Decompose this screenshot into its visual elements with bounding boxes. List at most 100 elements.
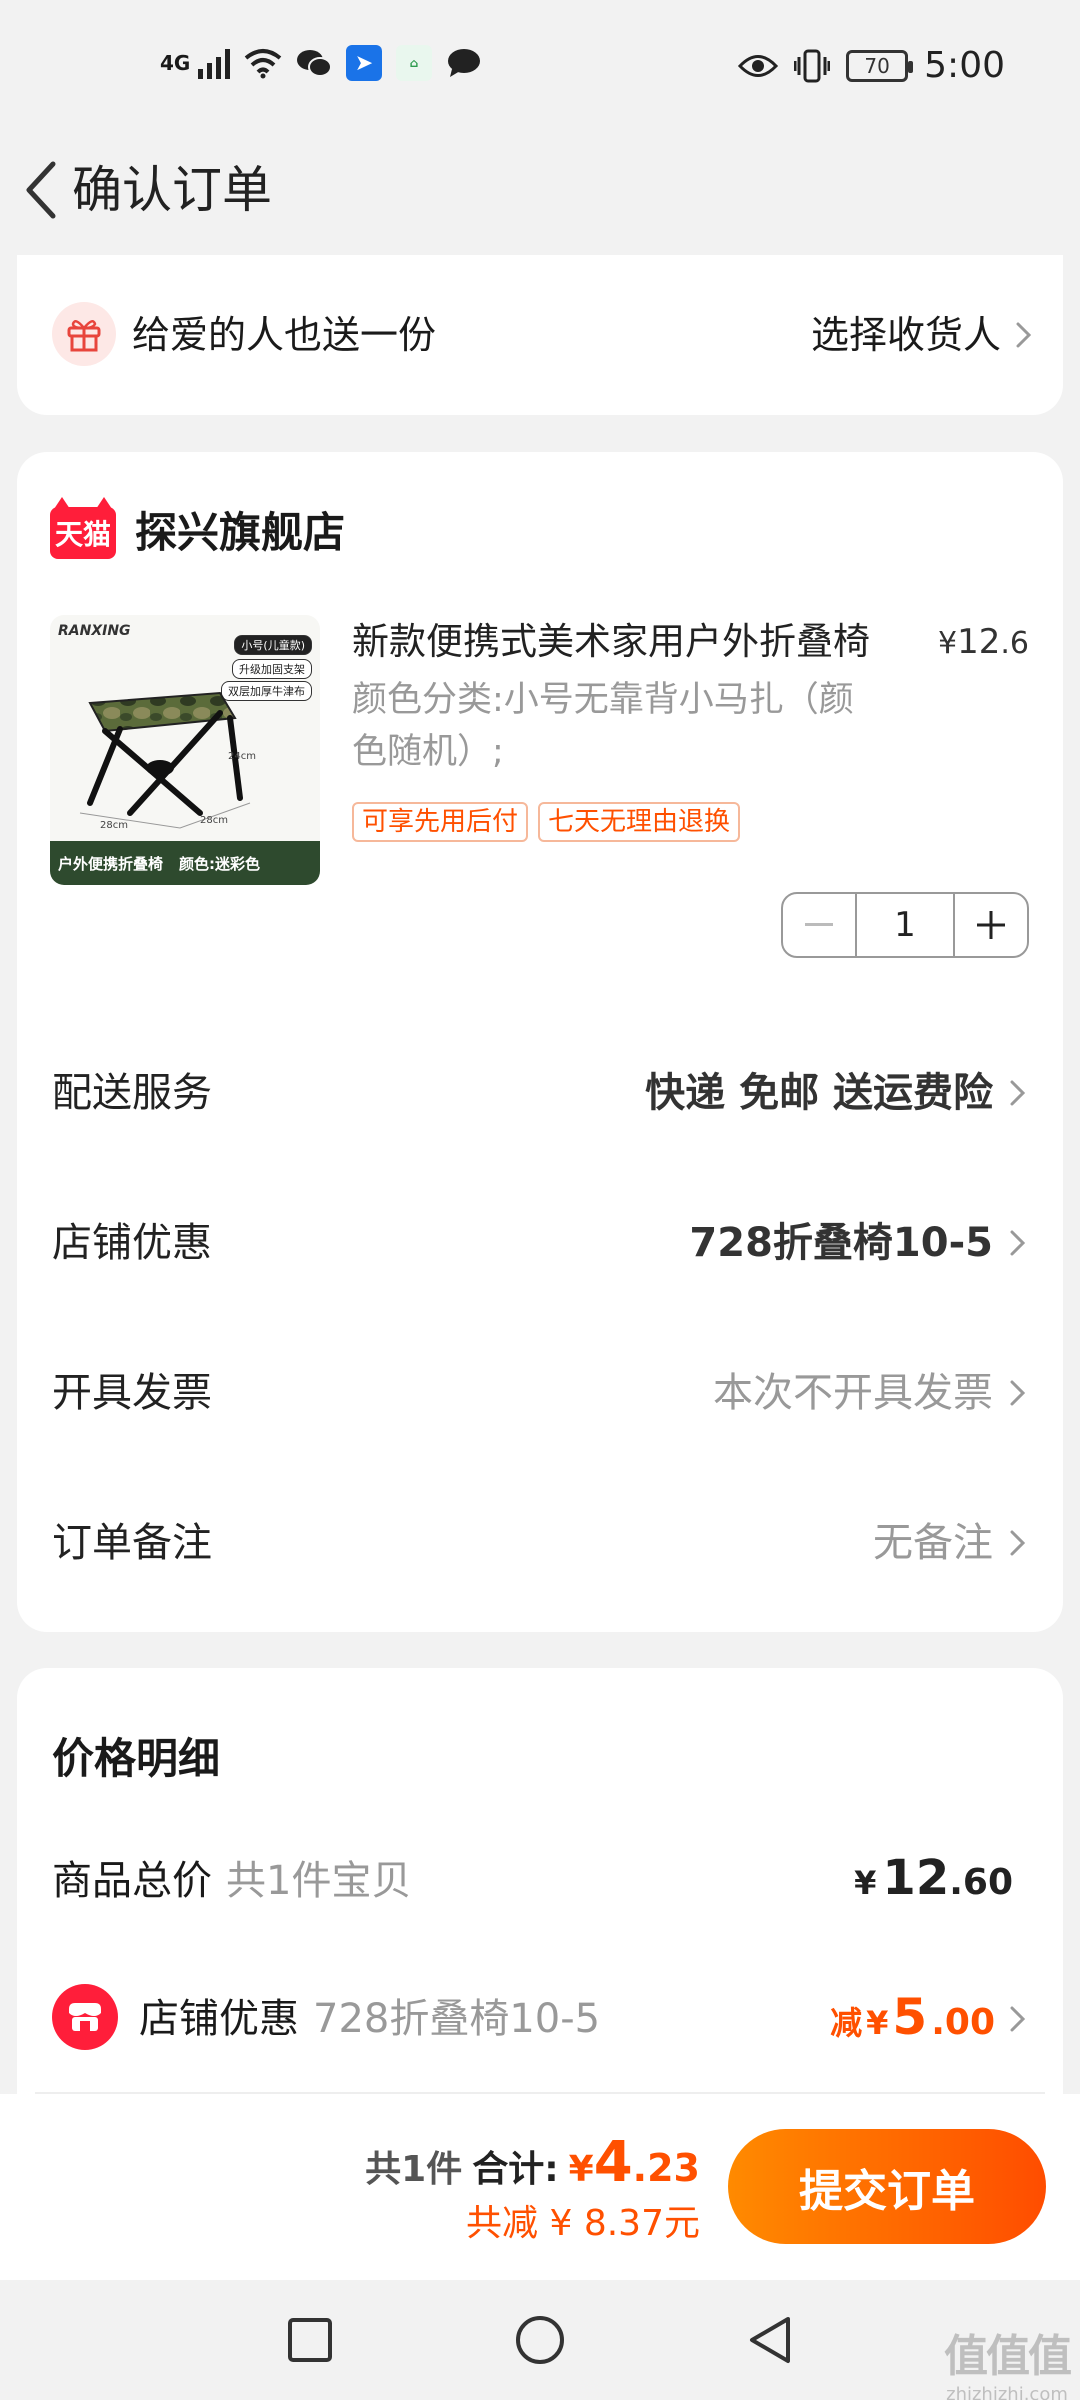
dimension-label: 28cm bbox=[100, 820, 128, 831]
row-value: 快递 免邮 送运费险 bbox=[645, 1068, 1029, 1118]
currency: ¥ bbox=[866, 2004, 889, 2042]
watermark: 值值值 zhizhizhi.com bbox=[944, 2320, 1072, 2400]
amount-integer: 12 bbox=[882, 1850, 950, 1906]
amount-decimal: .00 bbox=[931, 2002, 995, 2043]
goods-total-row: 商品总价 共1件宝贝 ¥12.60 bbox=[17, 1846, 1063, 1916]
row-label: 开具发票 bbox=[52, 1370, 212, 1416]
row-value: 无备注 bbox=[873, 1518, 1029, 1568]
home-app-icon: ⌂ bbox=[396, 45, 432, 81]
status-bar: 4G ➤ ⌂ 70 5:00 bbox=[0, 0, 1080, 135]
goods-total-amount: ¥12.60 bbox=[854, 1850, 1013, 1906]
shop-card: 天猫 探兴旗舰店 RANXING 小号(儿童款) 升级加固支架 双层加厚牛津布 … bbox=[17, 452, 1063, 1632]
home-button[interactable] bbox=[510, 2310, 570, 2370]
header: 确认订单 bbox=[0, 135, 1080, 255]
row-order-note[interactable]: 订单备注 无备注 bbox=[17, 1508, 1063, 1578]
goods-total-text: 商品总价 bbox=[52, 1858, 212, 1904]
quantity-value[interactable]: 1 bbox=[855, 894, 955, 956]
product-image-brand: RANXING bbox=[58, 623, 131, 639]
price-decimal: .6 bbox=[1000, 626, 1029, 661]
row-invoice[interactable]: 开具发票 本次不开具发票 bbox=[17, 1358, 1063, 1428]
status-right: 70 5:00 bbox=[738, 45, 1005, 86]
wifi-icon bbox=[244, 49, 282, 79]
select-recipient-link[interactable]: 选择收货人 bbox=[811, 311, 1035, 359]
gift-text: 给爱的人也送一份 bbox=[132, 313, 437, 357]
system-nav-bar: 值值值 zhizhizhi.com bbox=[0, 2280, 1080, 2400]
circle-icon bbox=[516, 2316, 564, 2364]
app-icon: ➤ bbox=[346, 45, 382, 81]
currency: ¥ bbox=[568, 2149, 594, 2190]
shop-discount-label: 店铺优惠 728折叠椅10-5 bbox=[139, 1994, 600, 2044]
chevron-right-icon bbox=[1010, 2006, 1026, 2032]
row-shop-discount[interactable]: 店铺优惠 728折叠椅10-5 bbox=[17, 1208, 1063, 1278]
recents-button[interactable] bbox=[280, 2310, 340, 2370]
vibrate-icon bbox=[794, 49, 831, 82]
product-image-caption: 户外便携折叠椅 bbox=[58, 854, 164, 873]
plus-icon bbox=[977, 911, 1005, 939]
product-title[interactable]: 新款便携式美术家用户外折叠椅 bbox=[352, 617, 932, 667]
service-tags: 可享先用后付 七天无理由退换 bbox=[352, 802, 741, 842]
back-nav-button[interactable] bbox=[740, 2310, 800, 2370]
select-recipient-label: 选择收货人 bbox=[810, 313, 1001, 357]
row-label: 订单备注 bbox=[52, 1520, 212, 1566]
item-count: 共1件 bbox=[365, 2149, 463, 2190]
shop-icon bbox=[52, 1984, 118, 2050]
network-type: 4G bbox=[160, 51, 191, 75]
tag-seven-day-return: 七天无理由退换 bbox=[538, 802, 741, 842]
watermark-url: zhizhizhi.com bbox=[946, 2384, 1068, 2400]
quantity-stepper: 1 bbox=[781, 892, 1029, 958]
chevron-right-icon bbox=[1010, 1080, 1026, 1106]
chevron-right-icon bbox=[1010, 1530, 1026, 1556]
product-image-footer: 户外便携折叠椅 颜色:迷彩色 bbox=[50, 841, 320, 885]
signal-icon bbox=[198, 47, 230, 79]
dimension-label: 24cm bbox=[228, 751, 256, 762]
status-left: 4G ➤ ⌂ bbox=[160, 45, 482, 81]
shop-discount-detail-row[interactable]: 店铺优惠 728折叠椅10-5 减 ¥5.00 bbox=[17, 1984, 1063, 2054]
total-saved[interactable]: 共减 ¥ 8.37元 bbox=[466, 2194, 700, 2246]
gift-icon bbox=[52, 302, 116, 366]
page-title: 确认订单 bbox=[72, 161, 272, 219]
shop-discount-text: 店铺优惠 bbox=[139, 1996, 299, 2042]
eye-icon bbox=[738, 54, 779, 77]
square-icon bbox=[288, 2318, 332, 2362]
amount-integer: 5 bbox=[892, 1988, 928, 2046]
goods-total-label: 商品总价 共1件宝贝 bbox=[52, 1856, 411, 1906]
order-note-value: 无备注 bbox=[873, 1520, 993, 1566]
price-currency: ¥ bbox=[938, 626, 958, 661]
chevron-left-icon bbox=[26, 161, 56, 219]
shop-discount-sub: 728折叠椅10-5 bbox=[313, 1996, 601, 2042]
watermark-logo: 值值值 bbox=[944, 2331, 1072, 2382]
product-spec[interactable]: 颜色分类:小号无靠背小马扎（颜色随机）; bbox=[352, 674, 872, 778]
currency: ¥ bbox=[854, 1864, 877, 1902]
total-line: 共1件 合计: ¥4.23 bbox=[365, 2130, 700, 2195]
delivery-value: 快递 免邮 送运费险 bbox=[645, 1070, 993, 1116]
amount-integer: 4 bbox=[593, 2130, 633, 2195]
triangle-back-icon bbox=[750, 2317, 790, 2363]
chevron-right-icon bbox=[1016, 322, 1032, 348]
amount-decimal: .23 bbox=[632, 2146, 700, 2190]
minus-icon bbox=[805, 923, 833, 926]
shop-name[interactable]: 探兴旗舰店 bbox=[135, 502, 345, 564]
product-price: ¥12.6 bbox=[938, 622, 1029, 662]
product-image[interactable]: RANXING 小号(儿童款) 升级加固支架 双层加厚牛津布 24cm 28cm… bbox=[50, 615, 320, 885]
chevron-right-icon bbox=[1010, 1230, 1026, 1256]
row-value: 本次不开具发票 bbox=[713, 1368, 1029, 1418]
product-image-tag: 小号(儿童款) bbox=[234, 635, 312, 655]
decrease-quantity-button[interactable] bbox=[783, 894, 855, 956]
product-image-color: 颜色:迷彩色 bbox=[179, 854, 261, 873]
total-amount: ¥4.23 bbox=[569, 2130, 700, 2195]
increase-quantity-button[interactable] bbox=[955, 894, 1027, 956]
row-delivery[interactable]: 配送服务 快递 免邮 送运费险 bbox=[17, 1058, 1063, 1128]
folding-stool-illustration: 24cm 28cm 28cm bbox=[79, 691, 256, 831]
back-button[interactable] bbox=[10, 145, 70, 235]
shop-discount-amount: 减 ¥5.00 bbox=[830, 1988, 1029, 2046]
battery-icon: 70 bbox=[846, 49, 914, 82]
shop-discount-value: 728折叠椅10-5 bbox=[689, 1220, 993, 1266]
chat-icon bbox=[448, 49, 480, 77]
price-integer: 12 bbox=[957, 622, 1001, 662]
wechat-icon bbox=[297, 50, 332, 77]
row-label: 店铺优惠 bbox=[52, 1220, 212, 1266]
dimension-label: 28cm bbox=[200, 815, 228, 826]
gift-card[interactable]: 给爱的人也送一份 选择收货人 bbox=[17, 255, 1063, 415]
submit-order-button[interactable]: 提交订单 bbox=[728, 2129, 1046, 2244]
total-label: 合计: bbox=[472, 2149, 559, 2190]
